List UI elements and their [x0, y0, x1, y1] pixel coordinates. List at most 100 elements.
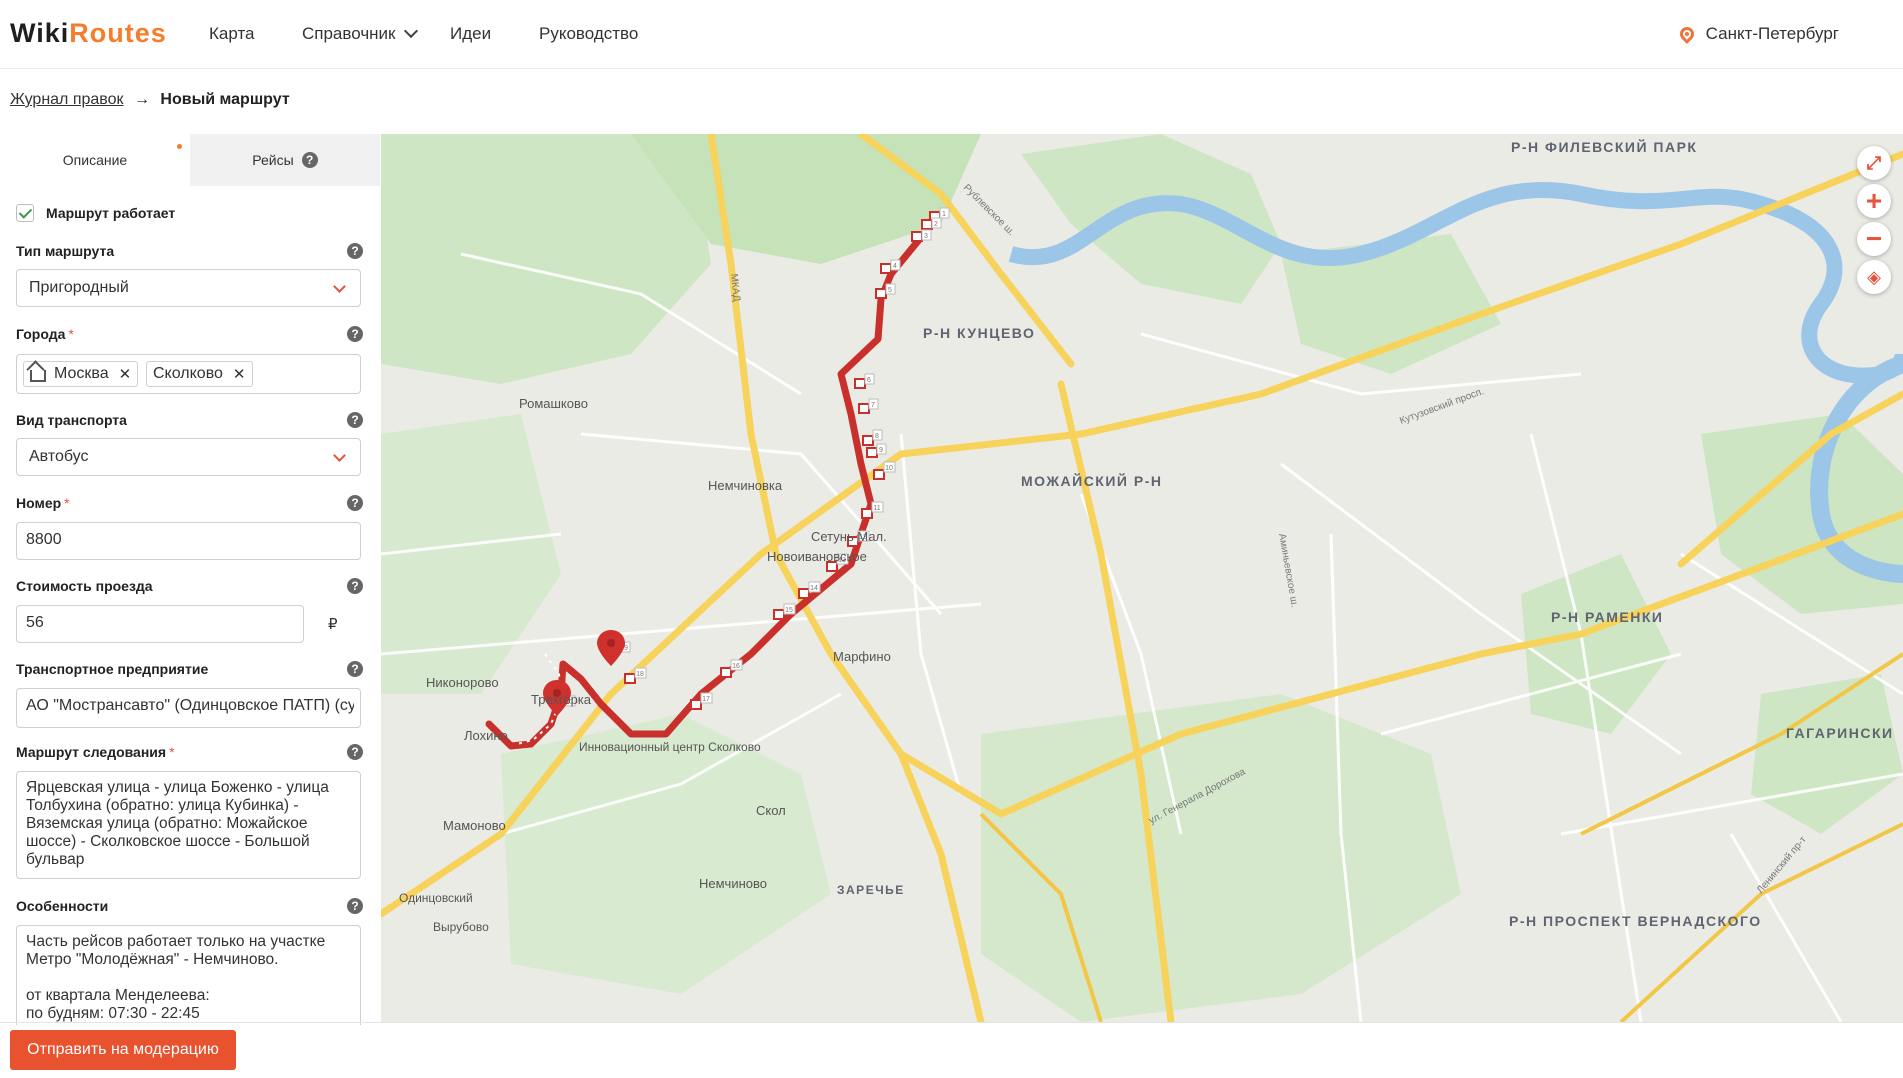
svg-text:Ромашково: Ромашково	[519, 396, 588, 411]
city-chip-moscow: Москва ✕	[23, 361, 139, 387]
svg-text:14: 14	[810, 585, 818, 592]
svg-text:5: 5	[888, 287, 892, 294]
form-tabs: Описание Рейсы ?	[0, 134, 380, 186]
city-selector[interactable]: Санкт-Петербург	[1676, 0, 1839, 68]
svg-text:9: 9	[879, 447, 883, 454]
help-icon[interactable]: ?	[347, 243, 363, 259]
svg-text:18: 18	[636, 671, 644, 678]
help-icon[interactable]: ?	[347, 578, 363, 594]
breadcrumb-separator: →	[133, 91, 150, 108]
cities-multiselect[interactable]: Москва ✕ Сколково ✕	[16, 354, 361, 394]
help-icon[interactable]: ?	[347, 495, 363, 511]
help-icon[interactable]: ?	[347, 744, 363, 760]
svg-text:Немчиново: Немчиново	[699, 876, 767, 891]
svg-text:1: 1	[942, 211, 946, 218]
svg-text:4: 4	[893, 263, 897, 270]
transport-label: Вид транспорта	[16, 412, 127, 428]
svg-text:Вырубово: Вырубово	[433, 920, 489, 934]
layers-icon[interactable]: ◈	[1857, 260, 1891, 294]
svg-text:ЗАРЕЧЬЕ: ЗАРЕЧЬЕ	[837, 883, 905, 897]
submit-moderation-button[interactable]: Отправить на модерацию	[10, 1030, 236, 1070]
fare-label: Стоимость проезда	[16, 578, 153, 594]
breadcrumb-link-edits[interactable]: Журнал правок	[10, 91, 124, 108]
tab-trips[interactable]: Рейсы ?	[190, 134, 380, 186]
route-type-label: Тип маршрута	[16, 243, 115, 259]
svg-text:2: 2	[934, 221, 938, 228]
city-chip-label: Москва	[54, 365, 109, 382]
svg-text:15: 15	[785, 607, 793, 614]
remove-icon[interactable]: ✕	[119, 365, 132, 383]
svg-text:Р-Н ФИЛЕВСКИЙ ПАРК: Р-Н ФИЛЕВСКИЙ ПАРК	[1511, 138, 1697, 155]
fare-input[interactable]: 56	[16, 605, 304, 643]
svg-text:8: 8	[875, 433, 879, 440]
svg-text:Марфино: Марфино	[833, 649, 891, 664]
svg-text:Одинцовский: Одинцовский	[399, 891, 473, 905]
svg-text:11: 11	[873, 505, 880, 512]
svg-text:7: 7	[871, 402, 875, 409]
currency-label: ₽	[328, 616, 338, 633]
svg-text:Сетунь Мал.: Сетунь Мал.	[811, 529, 887, 544]
svg-text:3: 3	[924, 233, 928, 240]
nav-reference[interactable]: Справочник	[302, 0, 418, 68]
help-icon[interactable]: ?	[347, 661, 363, 677]
parks	[381, 134, 1903, 1022]
help-icon[interactable]: ?	[347, 412, 363, 428]
path-value: Ярцевская улица - улица Боженко - улица …	[26, 779, 334, 868]
home-icon	[30, 370, 46, 382]
help-icon[interactable]: ?	[347, 898, 363, 914]
transport-value: Автобус	[29, 448, 89, 465]
company-input[interactable]: АО "Мострансавто" (Одинцовское ПАТП) (су	[16, 688, 361, 728]
svg-text:Немчиновка: Немчиновка	[708, 478, 783, 493]
cities-label: Города *	[16, 326, 74, 342]
fullscreen-icon[interactable]: ⤢	[1857, 146, 1891, 180]
svg-text:Р-Н КУНЦЕВО: Р-Н КУНЦЕВО	[923, 325, 1035, 341]
cities-label-text: Города	[16, 326, 66, 342]
zoom-out-button[interactable]: −	[1857, 222, 1891, 256]
page-title: Новый маршрут	[160, 91, 290, 108]
svg-text:17: 17	[702, 696, 710, 703]
number-label-text: Номер	[16, 495, 62, 511]
svg-text:16: 16	[732, 663, 740, 670]
chevron-down-icon	[333, 449, 346, 462]
company-label: Транспортное предприятие	[16, 661, 209, 677]
route-type-select[interactable]: Пригородный	[16, 269, 361, 307]
number-input[interactable]: 8800	[16, 522, 361, 560]
logo[interactable]: WikiRoutes	[10, 18, 167, 49]
tab-trips-label: Рейсы	[252, 152, 294, 168]
svg-text:Аминьевское ш.: Аминьевское ш.	[1276, 533, 1300, 609]
nav-ideas[interactable]: Идеи	[450, 0, 491, 68]
unsaved-dot-icon	[177, 144, 182, 149]
map-canvas: 1234 5678 9101112 13141516 17181920 Р-Н …	[381, 134, 1903, 1022]
features-textarea[interactable]: Часть рейсов работает только на участке …	[16, 925, 361, 1025]
fare-value: 56	[26, 614, 44, 631]
svg-text:Кутузовский просп.: Кутузовский просп.	[1398, 386, 1485, 427]
help-icon[interactable]: ?	[301, 152, 318, 168]
route-map[interactable]: 1234 5678 9 10 11 12 13 14 15 16 17 18 19 20 Р-Н …	[381, 134, 1903, 1022]
remove-icon[interactable]: ✕	[233, 365, 246, 383]
number-label: Номер *	[16, 495, 70, 511]
path-label-text: Маршрут следования	[16, 744, 167, 760]
chevron-down-icon	[403, 23, 418, 39]
features-value: Часть рейсов работает только на участке …	[26, 933, 326, 1022]
nav-guide[interactable]: Руководство	[539, 0, 638, 68]
chevron-down-icon	[333, 280, 346, 293]
location-pin-icon	[1676, 24, 1697, 44]
company-value: АО "Мострансавто" (Одинцовское ПАТП) (су	[26, 697, 354, 714]
number-value: 8800	[26, 531, 62, 548]
breadcrumb: Журнал правок → Новый маршрут	[10, 91, 290, 109]
help-icon[interactable]: ?	[347, 326, 363, 342]
svg-text:МКАД: МКАД	[728, 273, 742, 302]
tab-description[interactable]: Описание	[0, 134, 190, 186]
nav-map[interactable]: Карта	[209, 0, 255, 68]
features-label: Особенности	[16, 898, 109, 914]
route-works-checkbox[interactable]	[16, 204, 34, 222]
path-textarea[interactable]: Ярцевская улица - улица Боженко - улица …	[16, 771, 361, 879]
svg-text:Никонорово: Никонорово	[426, 675, 499, 690]
svg-text:Скол: Скол	[756, 803, 786, 818]
required-mark: *	[68, 326, 74, 342]
city-label: Санкт-Петербург	[1705, 24, 1839, 43]
nav-reference-label: Справочник	[302, 24, 396, 43]
zoom-in-button[interactable]: +	[1857, 184, 1891, 218]
top-bar: WikiRoutes Карта Справочник Идеи Руковод…	[0, 0, 1903, 69]
transport-select[interactable]: Автобус	[16, 438, 361, 476]
